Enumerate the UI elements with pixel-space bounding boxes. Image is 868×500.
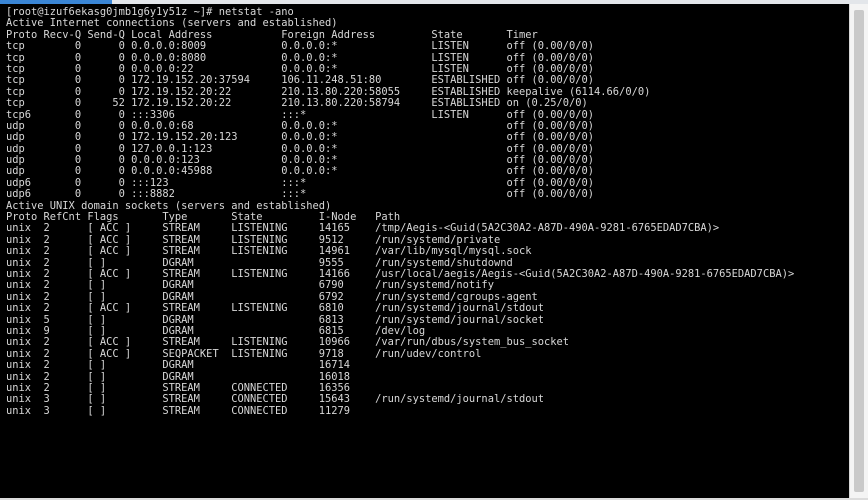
terminal-line: unix 2 [ ACC ] STREAM LISTENING 10966 /v… (6, 336, 570, 349)
terminal-line: unix 2 [ ACC ] STREAM LISTENING 6810 /ru… (6, 302, 544, 315)
terminal-line: unix 2 [ ACC ] STREAM LISTENING 14961 /v… (6, 245, 532, 258)
terminal-line: tcp 0 52 172.19.152.20:22 210.13.80.220:… (6, 97, 588, 110)
terminal-line: udp6 0 0 :::8882 :::* off (0.00/0/0) (6, 188, 595, 201)
terminal-line: unix 3 [ ] STREAM CONNECTED 11279 (6, 404, 351, 417)
scrollbar-thumb[interactable] (854, 10, 864, 492)
terminal-line: tcp 0 0 0.0.0.0:8009 0.0.0.0:* LISTEN of… (6, 40, 595, 53)
terminal-line: unix 3 [ ] STREAM CONNECTED 15643 /run/s… (6, 393, 544, 406)
terminal-output[interactable]: [root@izuf6ekasg0jmb1g6y1y51z ~]# netsta… (0, 4, 849, 498)
terminal-line: udp 0 0 172.19.152.20:123 0.0.0.0:* off … (6, 131, 595, 144)
vertical-scrollbar[interactable] (849, 4, 868, 498)
terminal-lines: [root@izuf6ekasg0jmb1g6y1y51z ~]# netsta… (6, 6, 794, 417)
terminal-line: unix 2 [ ] DGRAM 16714 (6, 359, 351, 372)
